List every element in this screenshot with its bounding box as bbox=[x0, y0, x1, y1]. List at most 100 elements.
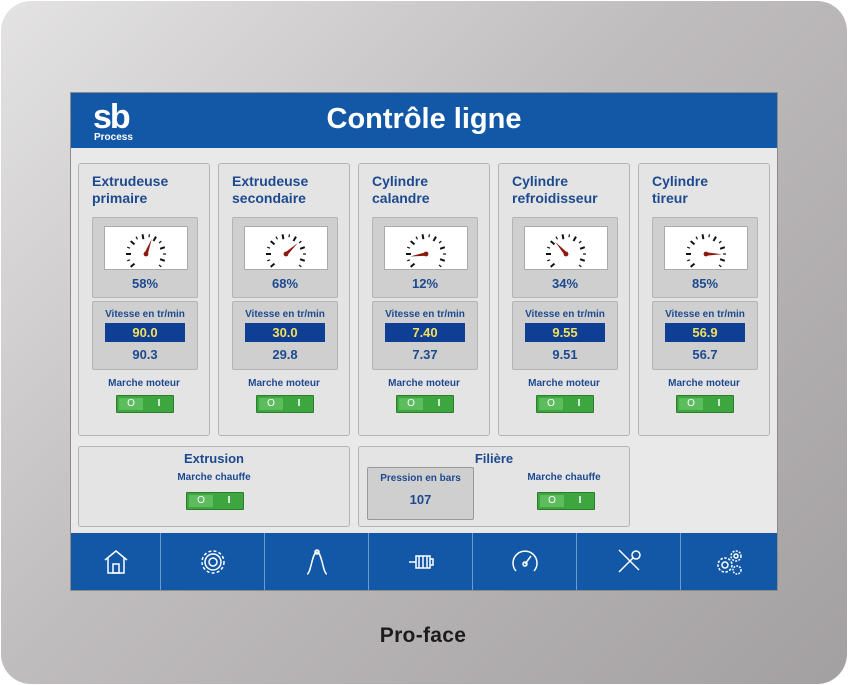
speedometer-icon bbox=[511, 549, 538, 571]
gauge-box: 12% bbox=[372, 217, 478, 298]
gears-icon bbox=[717, 549, 742, 575]
home-icon bbox=[104, 549, 127, 574]
speed-box: Vitesse en tr/min 30.0 29.8 bbox=[232, 301, 338, 370]
toggle-on: I bbox=[227, 495, 231, 506]
toggle-off: O bbox=[119, 398, 143, 410]
motor-label: Marche moteur bbox=[668, 378, 740, 389]
nav-tools[interactable] bbox=[577, 533, 681, 590]
speedometer-icon bbox=[686, 234, 726, 268]
pressure-box: Pression en bars 107 bbox=[367, 467, 474, 520]
speed-gauge bbox=[104, 226, 188, 270]
speed-label: Vitesse en tr/min bbox=[385, 309, 465, 320]
hmi-screen: sb Process Contrôle ligne Extrudeuse prim… bbox=[70, 92, 778, 591]
unit-title: Extrudeuse secondaire bbox=[232, 173, 308, 207]
filiere-heat-toggle[interactable]: OI bbox=[537, 492, 595, 510]
unit-title-line2: secondaire bbox=[232, 190, 306, 206]
unit-panel-extrudeuse-primaire: Extrudeuse primaire 58% Vitesse en tr/min… bbox=[78, 163, 210, 436]
toggle-on: I bbox=[717, 398, 721, 409]
toggle-on: I bbox=[437, 398, 441, 409]
toggle-off: O bbox=[399, 398, 423, 410]
nav-curve[interactable] bbox=[265, 533, 369, 590]
load-percent: 12% bbox=[411, 276, 439, 291]
filiere-panel: Filière Pression en bars 107 Marche chau… bbox=[358, 446, 630, 527]
curve-icon bbox=[306, 548, 327, 575]
extrusion-heat-toggle[interactable]: OI bbox=[186, 492, 244, 510]
nav-motor[interactable] bbox=[369, 533, 473, 590]
unit-title: Extrudeuse primaire bbox=[92, 173, 168, 207]
motor-toggle[interactable]: OI bbox=[536, 395, 594, 413]
unit-title: Cylindre refroidisseur bbox=[512, 173, 598, 207]
motor-label: Marche moteur bbox=[108, 378, 180, 389]
page-title: Contrôle ligne bbox=[326, 103, 522, 135]
nav-home[interactable] bbox=[71, 533, 161, 590]
unit-title-line2: primaire bbox=[92, 190, 148, 206]
header-bar: sb Process Contrôle ligne bbox=[71, 93, 777, 148]
motor-toggle[interactable]: OI bbox=[256, 395, 314, 413]
speed-actual: 9.51 bbox=[552, 347, 578, 362]
motor-label: Marche moteur bbox=[528, 378, 600, 389]
gauge-box: 68% bbox=[232, 217, 338, 298]
load-percent: 34% bbox=[551, 276, 579, 291]
unit-panel-cylindre-calandre: Cylindre calandre 12% Vitesse en tr/min 7… bbox=[358, 163, 490, 436]
speed-gauge bbox=[664, 226, 748, 270]
motor-toggle[interactable]: OI bbox=[396, 395, 454, 413]
unit-title-line1: Cylindre bbox=[372, 173, 429, 189]
unit-title: Cylindre tireur bbox=[652, 173, 708, 207]
speed-actual: 90.3 bbox=[132, 347, 158, 362]
speed-actual: 56.7 bbox=[692, 347, 718, 362]
unit-title: Cylindre calandre bbox=[372, 173, 430, 207]
tools-icon bbox=[617, 548, 641, 573]
load-percent: 58% bbox=[131, 276, 159, 291]
speed-setpoint-input[interactable]: 7.40 bbox=[385, 323, 465, 342]
speed-setpoint-input[interactable]: 30.0 bbox=[245, 323, 325, 342]
filiere-title: Filière bbox=[474, 451, 514, 466]
speed-actual: 7.37 bbox=[412, 347, 438, 362]
unit-title-line2: calandre bbox=[372, 190, 430, 206]
device-brand: Pro-face bbox=[379, 624, 467, 647]
speed-gauge bbox=[524, 226, 608, 270]
unit-panel-extrudeuse-secondaire: Extrudeuse secondaire 68% Vitesse en tr/m… bbox=[218, 163, 350, 436]
speed-label: Vitesse en tr/min bbox=[245, 309, 325, 320]
speed-box: Vitesse en tr/min 90.0 90.3 bbox=[92, 301, 198, 370]
filiere-heat-label: Marche chauffe bbox=[527, 472, 601, 483]
unit-title-line1: Cylindre bbox=[652, 173, 709, 189]
extrusion-panel: Extrusion Marche chauffe OI bbox=[78, 446, 350, 527]
load-percent: 85% bbox=[691, 276, 719, 291]
motor-label: Marche moteur bbox=[248, 378, 320, 389]
toggle-on: I bbox=[157, 398, 161, 409]
unit-panel-cylindre-tireur: Cylindre tireur 85% Vitesse en tr/min 56.… bbox=[638, 163, 770, 436]
speed-box: Vitesse en tr/min 7.40 7.37 bbox=[372, 301, 478, 370]
nav-bar bbox=[71, 533, 777, 590]
speed-setpoint-input[interactable]: 90.0 bbox=[105, 323, 185, 342]
toggle-on: I bbox=[297, 398, 301, 409]
pressure-value: 107 bbox=[409, 492, 432, 507]
toggle-off: O bbox=[259, 398, 283, 410]
motor-toggle[interactable]: OI bbox=[676, 395, 734, 413]
speed-setpoint-input[interactable]: 9.55 bbox=[525, 323, 605, 342]
extrusion-heat-label: Marche chauffe bbox=[177, 472, 251, 483]
speed-setpoint-input[interactable]: 56.9 bbox=[665, 323, 745, 342]
speed-gauge bbox=[244, 226, 328, 270]
extrusion-title: Extrusion bbox=[184, 451, 244, 466]
unit-title-line1: Cylindre bbox=[512, 173, 569, 189]
unit-title-line2: refroidisseur bbox=[512, 190, 598, 206]
motor-toggle[interactable]: OI bbox=[116, 395, 174, 413]
nav-speed[interactable] bbox=[473, 533, 577, 590]
motor-icon bbox=[408, 554, 434, 569]
speed-box: Vitesse en tr/min 56.9 56.7 bbox=[652, 301, 758, 370]
toggle-off: O bbox=[679, 398, 703, 410]
nav-gears[interactable] bbox=[681, 533, 777, 590]
gauge-box: 85% bbox=[652, 217, 758, 298]
load-percent: 68% bbox=[271, 276, 299, 291]
speedometer-icon bbox=[126, 234, 166, 268]
speed-actual: 29.8 bbox=[272, 347, 298, 362]
nav-settings[interactable] bbox=[161, 533, 265, 590]
speed-label: Vitesse en tr/min bbox=[525, 309, 605, 320]
toggle-off: O bbox=[540, 495, 564, 507]
speedometer-icon bbox=[546, 234, 586, 268]
speed-label: Vitesse en tr/min bbox=[665, 309, 745, 320]
toggle-off: O bbox=[189, 495, 213, 507]
settings-gear-icon bbox=[200, 549, 225, 574]
speed-label: Vitesse en tr/min bbox=[105, 309, 185, 320]
pressure-label: Pression en bars bbox=[380, 473, 461, 484]
